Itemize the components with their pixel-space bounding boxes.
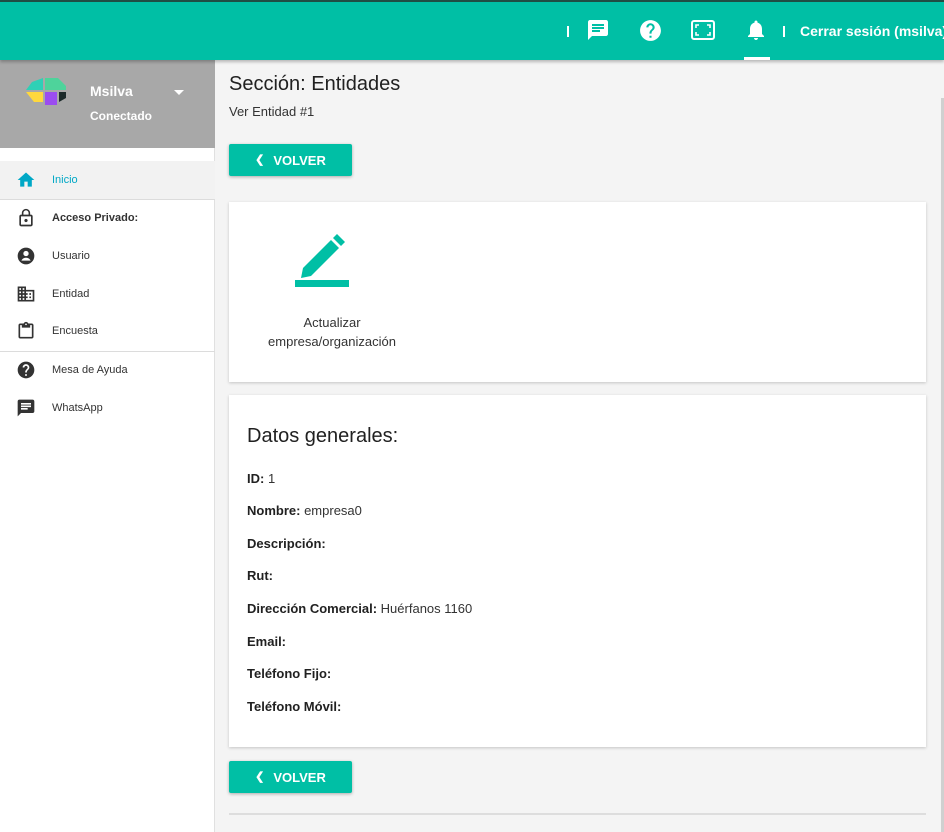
sidebar-item-usuario[interactable]: Usuario <box>0 237 215 275</box>
bell-icon[interactable] <box>743 17 769 43</box>
separator <box>567 26 569 37</box>
field-rut: Rut: <box>247 568 273 583</box>
actions-card: Actualizar empresa/organización <box>229 202 926 382</box>
sidebar-item-label: Inicio <box>52 174 78 186</box>
section-title: Datos generales: <box>247 425 399 447</box>
details-card: Datos generales: ID: 1 Nombre: empresa0 … <box>229 395 926 747</box>
top-bar: Cerrar sesión (msilva) <box>0 0 944 60</box>
user-status: Conectado <box>90 109 153 123</box>
back-button-bottom[interactable]: ❮ VOLVER <box>229 761 352 793</box>
sidebar-item-whatsapp[interactable]: WhatsApp <box>0 389 215 427</box>
divider <box>229 813 926 815</box>
field-telefono-fijo: Teléfono Fijo: <box>247 666 332 681</box>
sidebar-item-encuesta[interactable]: Encuesta <box>0 312 215 350</box>
app-logo-icon <box>26 78 66 106</box>
sidebar-item-acceso-privado: Acceso Privado: <box>0 199 215 237</box>
user-name: Msilva <box>90 83 133 99</box>
field-descripcion: Descripción: <box>247 536 326 551</box>
help-icon <box>16 360 36 380</box>
sidebar: Msilva Conectado Inicio Acceso Privado: … <box>0 60 215 832</box>
separator <box>783 26 785 37</box>
page-subtitle: Ver Entidad #1 <box>229 104 315 119</box>
home-icon <box>16 170 36 190</box>
profile-panel: Msilva Conectado <box>0 60 215 148</box>
building-icon <box>16 284 36 304</box>
sidebar-item-label: Acceso Privado: <box>52 212 139 224</box>
account-icon <box>16 246 36 266</box>
help-icon[interactable] <box>637 17 663 43</box>
edit-icon[interactable] <box>293 230 351 290</box>
field-nombre: Nombre: empresa0 <box>247 503 362 518</box>
fullscreen-icon[interactable] <box>690 17 716 43</box>
field-direccion-comercial: Dirección Comercial: Huérfanos 1160 <box>247 601 473 616</box>
lock-icon <box>16 208 36 228</box>
sidebar-item-label: Usuario <box>52 250 90 262</box>
field-email: Email: <box>247 634 287 649</box>
sidebar-item-mesa-de-ayuda[interactable]: Mesa de Ayuda <box>0 351 215 389</box>
sidebar-item-label: Encuesta <box>52 325 98 337</box>
back-button[interactable]: ❮ VOLVER <box>229 144 352 176</box>
sidebar-item-label: WhatsApp <box>52 402 103 414</box>
active-indicator <box>744 57 770 60</box>
back-button-label: VOLVER <box>273 152 326 168</box>
chat-icon <box>16 398 36 418</box>
sidebar-item-label: Mesa de Ayuda <box>52 364 128 376</box>
sidebar-item-label: Entidad <box>52 288 90 300</box>
chevron-left-icon: ❮ <box>255 770 265 783</box>
page-title: Sección: Entidades <box>229 73 401 95</box>
back-button-label: VOLVER <box>273 769 326 785</box>
logout-link[interactable]: Cerrar sesión (msilva) <box>800 23 944 39</box>
field-telefono-movil: Teléfono Móvil: <box>247 699 342 714</box>
chevron-down-icon[interactable] <box>174 90 184 95</box>
field-id: ID: 1 <box>247 471 276 486</box>
chevron-left-icon: ❮ <box>255 153 265 166</box>
sidebar-item-inicio[interactable]: Inicio <box>0 161 215 199</box>
chat-icon[interactable] <box>585 17 611 43</box>
sidebar-item-entidad[interactable]: Entidad <box>0 275 215 313</box>
clipboard-icon <box>16 321 36 341</box>
update-entity-link[interactable]: Actualizar empresa/organización <box>249 313 415 351</box>
